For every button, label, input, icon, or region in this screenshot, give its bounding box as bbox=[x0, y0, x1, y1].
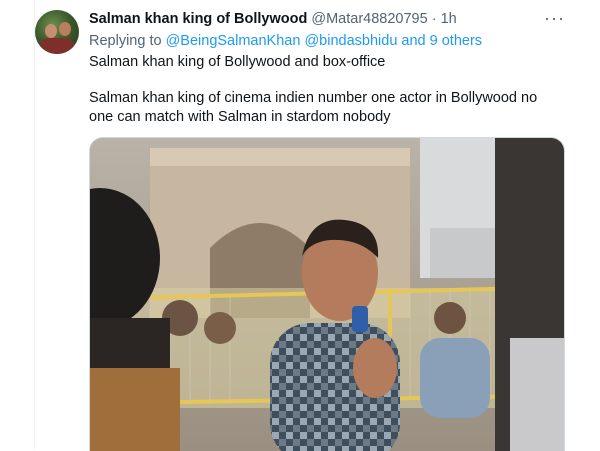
separator-dot: · bbox=[431, 11, 437, 27]
photo-illustration bbox=[90, 138, 564, 451]
avatar-figure bbox=[39, 38, 75, 54]
tweet-header: Salman khan king of Bollywood @Matar4882… bbox=[89, 11, 457, 27]
display-name[interactable]: Salman khan king of Bollywood bbox=[89, 11, 307, 27]
replying-to-label: Replying to bbox=[89, 33, 162, 49]
avatar-figure bbox=[45, 24, 57, 38]
mention-link[interactable]: @bindasbhidu bbox=[304, 33, 397, 49]
others-link[interactable]: and 9 others bbox=[401, 33, 482, 49]
timestamp[interactable]: 1h bbox=[441, 11, 457, 27]
user-handle[interactable]: @Matar48820795 bbox=[311, 11, 427, 27]
tweet-media-image[interactable] bbox=[89, 137, 565, 451]
more-horizontal-icon[interactable]: ··· bbox=[544, 8, 565, 29]
avatar[interactable] bbox=[35, 10, 79, 54]
avatar-figure bbox=[59, 22, 71, 36]
tweet-card[interactable]: Salman khan king of Bollywood @Matar4882… bbox=[34, 0, 600, 451]
mention-link[interactable]: @BeingSalmanKhan bbox=[166, 33, 301, 49]
tweet-text-line: Salman khan king of Bollywood and box-of… bbox=[89, 54, 386, 70]
tweet-text-line: Salman khan king of cinema indien number… bbox=[89, 90, 538, 125]
replying-to: Replying to @BeingSalmanKhan @bindasbhid… bbox=[89, 33, 482, 49]
